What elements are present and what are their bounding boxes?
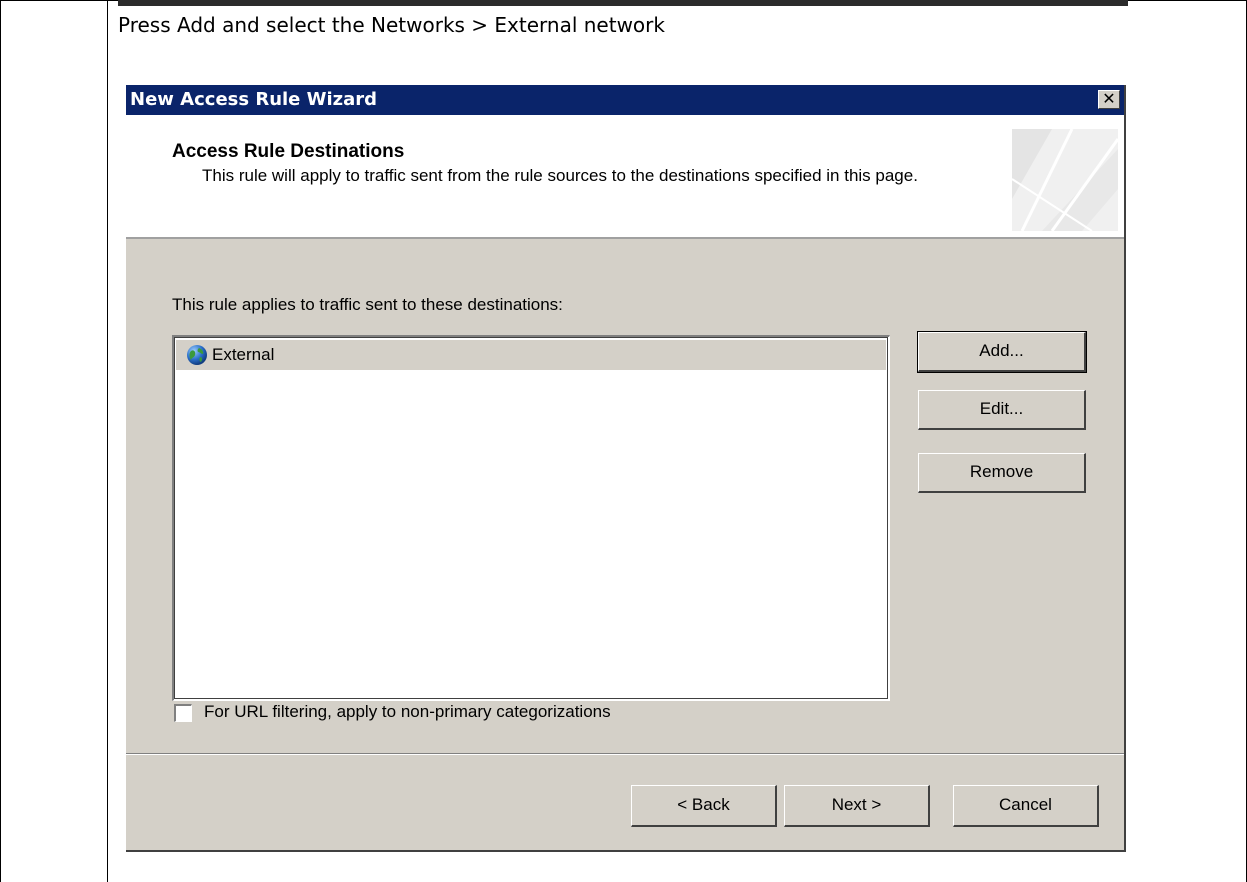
url-filtering-label: For URL filtering, apply to non-primary … xyxy=(204,702,611,721)
dialog-title: New Access Rule Wizard xyxy=(130,89,378,110)
list-item-label: External xyxy=(212,345,275,364)
wizard-header: Access Rule Destinations This rule will … xyxy=(126,115,1124,239)
table-column-divider xyxy=(107,0,108,882)
footer-separator xyxy=(126,753,1124,755)
cancel-button[interactable]: Cancel xyxy=(953,785,1099,827)
table-top-right-edge xyxy=(1128,0,1246,1)
close-icon: ✕ xyxy=(1102,89,1116,108)
page-title: Access Rule Destinations xyxy=(172,141,405,162)
remove-button[interactable]: Remove xyxy=(918,453,1086,493)
wizard-banner-graphic xyxy=(1012,129,1118,231)
destinations-label: This rule applies to traffic sent to the… xyxy=(172,295,563,314)
url-filtering-checkbox[interactable] xyxy=(174,704,192,722)
dialog-titlebar: New Access Rule Wizard ✕ xyxy=(126,85,1124,115)
table-top-border xyxy=(118,0,1128,6)
next-button[interactable]: Next > xyxy=(784,785,930,827)
back-button[interactable]: < Back xyxy=(631,785,777,827)
page-description: This rule will apply to traffic sent fro… xyxy=(202,166,918,185)
instruction-text: Press Add and select the Networks > Exte… xyxy=(118,13,665,37)
edit-button[interactable]: Edit... xyxy=(918,390,1086,430)
table-left-border xyxy=(0,0,1,882)
new-access-rule-wizard-dialog: New Access Rule Wizard ✕ Access Rule Des… xyxy=(126,85,1126,852)
add-button[interactable]: Add... xyxy=(917,331,1087,373)
globe-icon xyxy=(187,345,207,365)
destinations-list[interactable]: External xyxy=(172,335,890,701)
table-top-left-edge xyxy=(0,0,118,1)
list-item-external[interactable]: External xyxy=(176,340,886,370)
close-button[interactable]: ✕ xyxy=(1098,90,1120,109)
